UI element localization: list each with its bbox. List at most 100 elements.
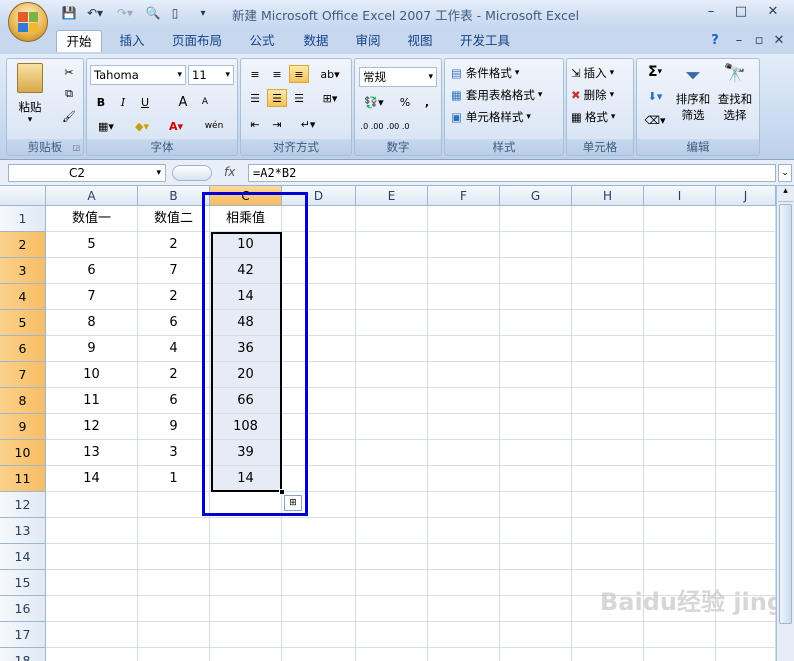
tab-page-layout[interactable]: 页面布局 bbox=[164, 30, 230, 52]
underline-button[interactable]: U bbox=[135, 93, 155, 111]
cell-f8[interactable] bbox=[428, 388, 500, 414]
cell-d8[interactable] bbox=[282, 388, 356, 414]
scroll-thumb[interactable] bbox=[779, 204, 792, 624]
align-middle-icon[interactable]: ≡ bbox=[267, 65, 287, 83]
cell-c10[interactable]: 39 bbox=[210, 440, 282, 466]
cell-d17[interactable] bbox=[282, 622, 356, 648]
cell-f15[interactable] bbox=[428, 570, 500, 596]
cell-c4[interactable]: 14 bbox=[210, 284, 282, 310]
cell-e9[interactable] bbox=[356, 414, 428, 440]
cell-d3[interactable] bbox=[282, 258, 356, 284]
cell-e14[interactable] bbox=[356, 544, 428, 570]
cell-g8[interactable] bbox=[500, 388, 572, 414]
cell-a5[interactable]: 8 bbox=[46, 310, 138, 336]
cell-h12[interactable] bbox=[572, 492, 644, 518]
align-top-icon[interactable]: ≡ bbox=[245, 65, 265, 83]
cell-i17[interactable] bbox=[644, 622, 716, 648]
cell-h2[interactable] bbox=[572, 232, 644, 258]
column-header-g[interactable]: G bbox=[500, 186, 572, 206]
cell-j12[interactable] bbox=[716, 492, 776, 518]
cell-a12[interactable] bbox=[46, 492, 138, 518]
bold-button[interactable]: B bbox=[91, 93, 111, 111]
formula-input[interactable]: =A2*B2 bbox=[248, 164, 776, 182]
tab-formulas[interactable]: 公式 bbox=[240, 30, 284, 52]
format-cells-button[interactable]: ▦ 格式 ▾ bbox=[571, 109, 615, 125]
cell-j5[interactable] bbox=[716, 310, 776, 336]
clear-icon[interactable]: ⌫▾ bbox=[641, 111, 669, 129]
cell-a17[interactable] bbox=[46, 622, 138, 648]
cell-a10[interactable]: 13 bbox=[46, 440, 138, 466]
cell-b3[interactable]: 7 bbox=[138, 258, 210, 284]
grow-font-button[interactable]: A bbox=[173, 93, 193, 111]
cell-f11[interactable] bbox=[428, 466, 500, 492]
align-left-icon[interactable]: ☰ bbox=[245, 89, 265, 107]
cell-e13[interactable] bbox=[356, 518, 428, 544]
row-header-4[interactable]: 4 bbox=[0, 284, 46, 310]
cell-h10[interactable] bbox=[572, 440, 644, 466]
cell-e18[interactable] bbox=[356, 648, 428, 661]
redo-icon[interactable]: ↷▾ bbox=[112, 5, 138, 21]
new-document-icon[interactable]: ▯ bbox=[166, 5, 184, 21]
italic-button[interactable]: I bbox=[113, 93, 133, 111]
row-header-16[interactable]: 16 bbox=[0, 596, 46, 622]
cell-b1[interactable]: 数值二 bbox=[138, 206, 210, 232]
row-header-3[interactable]: 3 bbox=[0, 258, 46, 284]
column-header-h[interactable]: H bbox=[572, 186, 644, 206]
cell-c6[interactable]: 36 bbox=[210, 336, 282, 362]
cell-i7[interactable] bbox=[644, 362, 716, 388]
column-header-b[interactable]: B bbox=[138, 186, 210, 206]
cell-d13[interactable] bbox=[282, 518, 356, 544]
column-header-c[interactable]: C bbox=[210, 186, 282, 206]
row-header-1[interactable]: 1 bbox=[0, 206, 46, 232]
cell-f6[interactable] bbox=[428, 336, 500, 362]
cell-e10[interactable] bbox=[356, 440, 428, 466]
cell-d14[interactable] bbox=[282, 544, 356, 570]
cell-h18[interactable] bbox=[572, 648, 644, 661]
cell-j6[interactable] bbox=[716, 336, 776, 362]
cell-e8[interactable] bbox=[356, 388, 428, 414]
cell-d15[interactable] bbox=[282, 570, 356, 596]
cell-f3[interactable] bbox=[428, 258, 500, 284]
phonetic-button[interactable]: wén bbox=[199, 117, 229, 135]
cell-b14[interactable] bbox=[138, 544, 210, 570]
cell-a16[interactable] bbox=[46, 596, 138, 622]
shrink-font-button[interactable]: A bbox=[195, 93, 215, 111]
ribbon-restore-button[interactable]: ▫ bbox=[748, 33, 770, 49]
print-preview-icon[interactable]: 🔍 bbox=[144, 5, 162, 21]
cell-g15[interactable] bbox=[500, 570, 572, 596]
cell-h17[interactable] bbox=[572, 622, 644, 648]
row-header-8[interactable]: 8 bbox=[0, 388, 46, 414]
cell-e1[interactable] bbox=[356, 206, 428, 232]
number-format-select[interactable]: 常规 ▾ bbox=[359, 67, 437, 87]
autosum-button[interactable]: Σ ▾ bbox=[641, 63, 669, 81]
cell-i13[interactable] bbox=[644, 518, 716, 544]
cell-h13[interactable] bbox=[572, 518, 644, 544]
cell-h4[interactable] bbox=[572, 284, 644, 310]
cell-i4[interactable] bbox=[644, 284, 716, 310]
cell-styles-button[interactable]: ▣ 单元格样式 ▾ bbox=[451, 109, 531, 125]
row-header-13[interactable]: 13 bbox=[0, 518, 46, 544]
find-select-button[interactable]: 🔭 查找和 选择 bbox=[715, 63, 755, 123]
cell-c9[interactable]: 108 bbox=[210, 414, 282, 440]
cell-f9[interactable] bbox=[428, 414, 500, 440]
cell-c17[interactable] bbox=[210, 622, 282, 648]
cell-j10[interactable] bbox=[716, 440, 776, 466]
cell-d16[interactable] bbox=[282, 596, 356, 622]
cell-d4[interactable] bbox=[282, 284, 356, 310]
undo-icon[interactable]: ↶▾ bbox=[82, 5, 108, 21]
cell-f16[interactable] bbox=[428, 596, 500, 622]
office-button[interactable] bbox=[8, 2, 48, 42]
customize-toolbar-icon[interactable]: ▾ bbox=[196, 5, 210, 21]
column-header-d[interactable]: D bbox=[282, 186, 356, 206]
cell-a1[interactable]: 数值一 bbox=[46, 206, 138, 232]
delete-cells-button[interactable]: ✖ 删除 ▾ bbox=[571, 87, 614, 103]
cell-f14[interactable] bbox=[428, 544, 500, 570]
sort-filter-button[interactable]: ⏷ 排序和 筛选 bbox=[673, 63, 713, 123]
cell-b2[interactable]: 2 bbox=[138, 232, 210, 258]
cell-g10[interactable] bbox=[500, 440, 572, 466]
cell-j11[interactable] bbox=[716, 466, 776, 492]
cell-h5[interactable] bbox=[572, 310, 644, 336]
cell-j4[interactable] bbox=[716, 284, 776, 310]
cell-b7[interactable]: 2 bbox=[138, 362, 210, 388]
cell-c3[interactable]: 42 bbox=[210, 258, 282, 284]
